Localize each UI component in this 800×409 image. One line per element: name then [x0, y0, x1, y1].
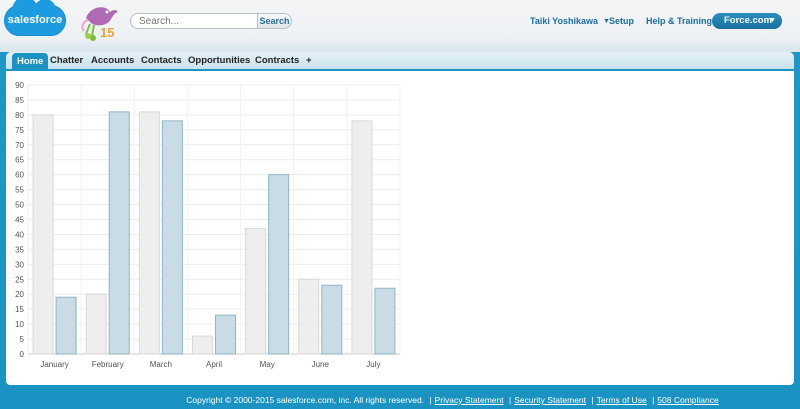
tab-contacts[interactable]: Contacts	[141, 52, 182, 69]
y-tick-label: 10	[15, 320, 24, 329]
tab-bar: Home Chatter Accounts Contacts Opportuni…	[6, 52, 794, 71]
y-tick-label: 65	[15, 156, 24, 165]
x-tick-label: June	[312, 360, 330, 369]
y-tick-label: 85	[15, 96, 24, 105]
app-switcher-button[interactable]: Force.com ▼	[712, 13, 782, 29]
tab-chatter[interactable]: Chatter	[50, 52, 83, 69]
security-statement-link[interactable]: Security Statement	[514, 395, 586, 405]
bar-series1	[192, 335, 213, 355]
x-tick-label: March	[150, 360, 172, 369]
salesforce-logo[interactable]: salesforce	[4, 0, 66, 36]
y-tick-label: 35	[15, 245, 24, 254]
tab-opportunities[interactable]: Opportunities	[188, 52, 250, 69]
setup-link[interactable]: Setup	[609, 16, 634, 26]
bar-series1	[85, 293, 107, 355]
y-tick-label: 70	[15, 141, 24, 150]
tab-contracts[interactable]: Contracts	[255, 52, 299, 69]
y-tick-label: 5	[20, 335, 25, 344]
x-tick-label: July	[366, 360, 380, 369]
y-tick-label: 20	[15, 290, 24, 299]
chevron-down-icon: ▼	[769, 17, 776, 24]
user-menu[interactable]: Taiki Yoshikawa ▼	[530, 16, 610, 26]
anniversary-bird-icon: 15	[80, 0, 120, 44]
y-tick-label: 50	[15, 201, 24, 210]
y-tick-label: 75	[15, 126, 24, 135]
bar-series1	[245, 227, 267, 355]
y-tick-label: 90	[15, 81, 24, 90]
search-button[interactable]: Search	[258, 13, 292, 29]
user-name: Taiki Yoshikawa	[530, 16, 599, 26]
y-tick-label: 40	[15, 230, 24, 239]
y-tick-label: 45	[15, 216, 24, 225]
app-name: Force.com	[724, 15, 773, 26]
bar-series1	[351, 120, 373, 355]
x-tick-label: January	[40, 360, 68, 369]
bar-series2	[108, 111, 130, 355]
y-tick-label: 60	[15, 171, 24, 180]
x-tick-label: February	[92, 360, 124, 369]
terms-of-use-link[interactable]: Terms of Use	[597, 395, 647, 405]
bar-series2	[215, 314, 236, 355]
bar-series1	[298, 278, 320, 355]
y-tick-label: 25	[15, 275, 24, 284]
tab-accounts[interactable]: Accounts	[91, 52, 134, 69]
bar-series2	[321, 284, 343, 355]
bar-series2	[268, 174, 290, 355]
x-tick-label: May	[260, 360, 275, 369]
508-compliance-link[interactable]: 508 Compliance	[657, 395, 718, 405]
help-training-link[interactable]: Help & Training	[646, 16, 712, 26]
add-tab-button[interactable]: +	[306, 52, 312, 69]
footer: Copyright © 2000-2015 salesforce.com, in…	[186, 395, 719, 405]
anniversary-number: 15	[100, 25, 115, 40]
bar-series2	[161, 120, 183, 355]
search-input[interactable]	[130, 13, 258, 29]
bar-series2	[374, 287, 396, 355]
bar-chart: 0 5 10 15 20 25 30 35 40 45 50 55 60 65 70 75 80 85 90 Janu…	[15, 81, 401, 369]
bar-series2	[55, 296, 77, 355]
copyright-text: Copyright © 2000-2015 salesforce.com, in…	[186, 395, 425, 405]
bar-series1	[32, 114, 54, 355]
y-tick-label: 55	[15, 186, 24, 195]
privacy-statement-link[interactable]: Privacy Statement	[435, 395, 504, 405]
bar-series1	[138, 111, 160, 355]
y-tick-label: 80	[15, 111, 24, 120]
y-tick-label: 0	[20, 350, 25, 359]
tab-home[interactable]: Home	[12, 53, 49, 69]
global-header: salesforce 15 Search Taiki Yoshikawa▼ Se…	[0, 0, 800, 48]
main-content: 0 5 10 15 20 25 30 35 40 45 50 55 60 65 70 75 80 85 90 Janu…	[6, 71, 794, 385]
y-tick-label: 30	[15, 260, 24, 269]
x-tick-label: April	[206, 360, 222, 369]
y-tick-label: 15	[15, 305, 24, 314]
